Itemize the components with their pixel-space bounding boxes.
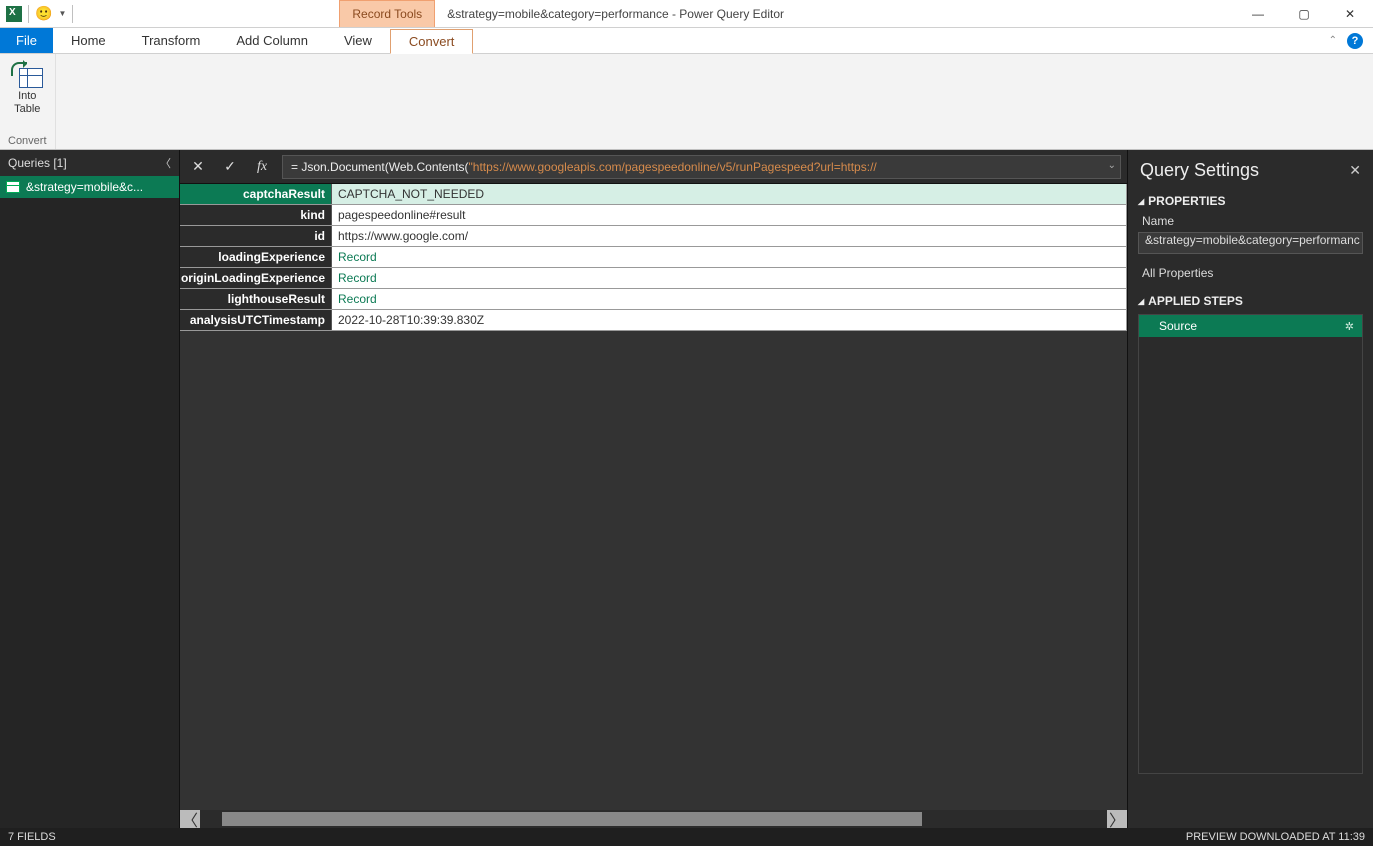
into-table-icon [11,60,43,88]
record-value[interactable]: Record [332,247,1127,267]
name-label: Name [1128,212,1373,230]
properties-label: PROPERTIES [1148,194,1225,208]
close-button[interactable]: ✕ [1327,0,1373,27]
formula-bar: ✕ ✓ fx = Json.Document(Web.Contents("htt… [180,150,1127,184]
commit-formula-icon[interactable]: ✓ [218,155,242,179]
window-title: &strategy=mobile&category=performance - … [447,7,1235,21]
scroll-thumb[interactable] [222,812,922,826]
statusbar: 7 FIELDS PREVIEW DOWNLOADED AT 11:39 [0,828,1373,846]
properties-header[interactable]: ◢ PROPERTIES [1128,190,1373,212]
disclosure-icon: ◢ [1138,297,1144,306]
formula-url: https://www.googleapis.com/pagespeedonli… [473,160,877,174]
horizontal-scrollbar[interactable]: 〈 〉 [180,810,1127,828]
record-value[interactable]: Record [332,268,1127,288]
collapse-queries-icon[interactable]: 〈 [160,155,171,171]
record-value: pagespeedonline#result [332,205,1127,225]
record-row[interactable]: lighthouseResultRecord [180,289,1127,310]
formula-input[interactable]: = Json.Document(Web.Contents("https://ww… [282,155,1121,179]
applied-steps-label: APPLIED STEPS [1148,294,1243,308]
center-area: ✕ ✓ fx = Json.Document(Web.Contents("htt… [180,150,1127,828]
record-value: CAPTCHA_NOT_NEEDED [332,184,1127,204]
table-icon [6,181,20,193]
ribbon-group-convert: Into Table Convert [0,54,56,149]
ribbon-group-name: Convert [8,135,47,147]
scroll-track[interactable] [200,812,1107,826]
gear-icon[interactable]: ✲ [1345,320,1354,333]
minimize-button[interactable]: — [1235,0,1281,27]
window-controls: — ▢ ✕ [1235,0,1373,27]
scroll-left-icon[interactable]: 〈 [180,810,200,828]
query-settings-pane: Query Settings ✕ ◢ PROPERTIES Name &stra… [1127,150,1373,828]
settings-title: Query Settings [1140,160,1259,181]
formula-prefix: = Json.Document(Web.Contents( [291,160,469,174]
queries-list: &strategy=mobile&c... [0,176,179,198]
record-row[interactable]: analysisUTCTimestamp2022-10-28T10:39:39.… [180,310,1127,331]
status-left: 7 FIELDS [8,831,56,843]
record-grid: captchaResultCAPTCHA_NOT_NEEDEDkindpages… [180,184,1127,331]
center-fill [180,331,1127,810]
workspace: Queries [1] 〈 &strategy=mobile&c... ✕ ✓ … [0,150,1373,828]
queries-header: Queries [1] 〈 [0,150,179,176]
record-key: id [180,226,332,246]
disclosure-icon: ◢ [1138,197,1144,206]
context-tab-record-tools: Record Tools [339,0,435,27]
step-label: Source [1159,319,1197,333]
excel-icon [6,6,22,22]
into-table-button[interactable]: Into Table [11,58,43,115]
separator [72,5,73,23]
all-properties-link[interactable]: All Properties [1128,260,1373,290]
record-row[interactable]: captchaResultCAPTCHA_NOT_NEEDED [180,184,1127,205]
expand-formula-icon[interactable]: ⌄ [1108,160,1116,171]
separator [28,5,29,23]
maximize-button[interactable]: ▢ [1281,0,1327,27]
record-key: kind [180,205,332,225]
ribbon-body: Into Table Convert [0,54,1373,150]
qat-dropdown-icon[interactable]: ▼ [58,9,66,18]
help-icon[interactable]: ? [1347,33,1363,49]
tab-convert[interactable]: Convert [390,29,474,54]
tab-view[interactable]: View [326,28,390,53]
name-input[interactable]: &strategy=mobile&category=performanc [1138,232,1363,254]
titlebar: 🙂 ▼ Record Tools &strategy=mobile&catego… [0,0,1373,28]
cancel-formula-icon[interactable]: ✕ [186,155,210,179]
record-value: https://www.google.com/ [332,226,1127,246]
record-key: captchaResult [180,184,332,204]
into-table-label: Into Table [14,90,40,115]
settings-header: Query Settings ✕ [1128,150,1373,190]
queries-pane: Queries [1] 〈 &strategy=mobile&c... [0,150,180,828]
record-key: lighthouseResult [180,289,332,309]
record-key: originLoadingExperience [180,268,332,288]
tab-file[interactable]: File [0,28,53,53]
record-value: 2022-10-28T10:39:39.830Z [332,310,1127,330]
query-item[interactable]: &strategy=mobile&c... [0,176,179,198]
step-item[interactable]: Source ✲ [1139,315,1362,337]
tab-home[interactable]: Home [53,28,124,53]
fx-icon[interactable]: fx [250,155,274,179]
queries-header-label: Queries [1] [8,156,67,170]
scroll-right-icon[interactable]: 〉 [1107,810,1127,828]
quick-access-toolbar: 🙂 ▼ [0,5,79,23]
ribbon-tabs: File Home Transform Add Column View Conv… [0,28,1373,54]
record-key: loadingExperience [180,247,332,267]
record-row[interactable]: loadingExperienceRecord [180,247,1127,268]
collapse-ribbon-icon[interactable]: ⌃ [1329,35,1337,46]
query-item-label: &strategy=mobile&c... [26,180,143,194]
record-value[interactable]: Record [332,289,1127,309]
status-right: PREVIEW DOWNLOADED AT 11:39 [1186,831,1365,843]
record-row[interactable]: kindpagespeedonline#result [180,205,1127,226]
applied-steps-header[interactable]: ◢ APPLIED STEPS [1128,290,1373,312]
tab-add-column[interactable]: Add Column [218,28,326,53]
close-settings-icon[interactable]: ✕ [1349,162,1361,179]
steps-list: Source ✲ [1138,314,1363,774]
record-row[interactable]: idhttps://www.google.com/ [180,226,1127,247]
tab-transform[interactable]: Transform [124,28,219,53]
record-key: analysisUTCTimestamp [180,310,332,330]
smiley-icon[interactable]: 🙂 [35,5,52,22]
record-row[interactable]: originLoadingExperienceRecord [180,268,1127,289]
